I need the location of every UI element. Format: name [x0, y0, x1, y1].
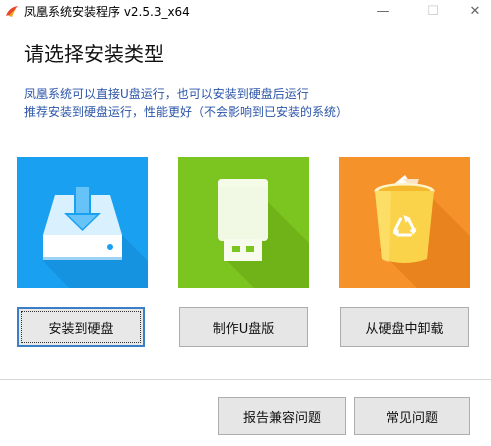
install-to-disk-tile[interactable]: [17, 157, 148, 288]
report-compatibility-button[interactable]: 报告兼容问题: [218, 397, 346, 435]
minimize-button[interactable]: —: [366, 0, 400, 22]
page-title: 请选择安装类型: [24, 42, 164, 66]
focus-rectangle: [21, 311, 141, 343]
footer-divider: [0, 379, 491, 380]
description-line-2: 推荐安装到硬盘运行，性能更好（不会影响到已安装的系统）: [24, 105, 349, 119]
uninstall-tile[interactable]: [339, 157, 470, 288]
recycle-bin-icon: [374, 175, 470, 288]
make-usb-tile[interactable]: [178, 157, 309, 288]
report-compatibility-label: 报告兼容问题: [242, 410, 321, 426]
minimize-icon: —: [376, 3, 390, 19]
title-bar: 凤凰系统安装程序 v2.5.3_x64 — ☐ ✕: [0, 0, 491, 24]
uninstall-button[interactable]: 从硬盘中卸载: [340, 307, 469, 347]
maximize-button[interactable]: ☐: [416, 0, 450, 22]
uninstall-label: 从硬盘中卸载: [365, 321, 444, 337]
installer-window: 凤凰系统安装程序 v2.5.3_x64 — ☐ ✕ 请选择安装类型 凤凰系统可以…: [0, 0, 491, 446]
phoenix-app-icon: [6, 6, 18, 17]
make-usb-label: 制作U盘版: [212, 321, 275, 337]
window-title: 凤凰系统安装程序 v2.5.3_x64: [24, 5, 190, 19]
hard-disk-download-icon: [43, 185, 148, 288]
faq-button[interactable]: 常见问题: [354, 397, 470, 435]
maximize-icon: ☐: [427, 3, 439, 19]
faq-label: 常见问题: [385, 410, 438, 426]
close-icon: ✕: [469, 3, 481, 19]
close-button[interactable]: ✕: [458, 0, 491, 22]
usb-drive-icon: [218, 179, 309, 288]
description-line-1: 凤凰系统可以直接U盘运行，也可以安装到硬盘后运行: [24, 87, 309, 101]
make-usb-button[interactable]: 制作U盘版: [179, 307, 308, 347]
install-to-disk-button[interactable]: 安装到硬盘: [17, 307, 145, 347]
